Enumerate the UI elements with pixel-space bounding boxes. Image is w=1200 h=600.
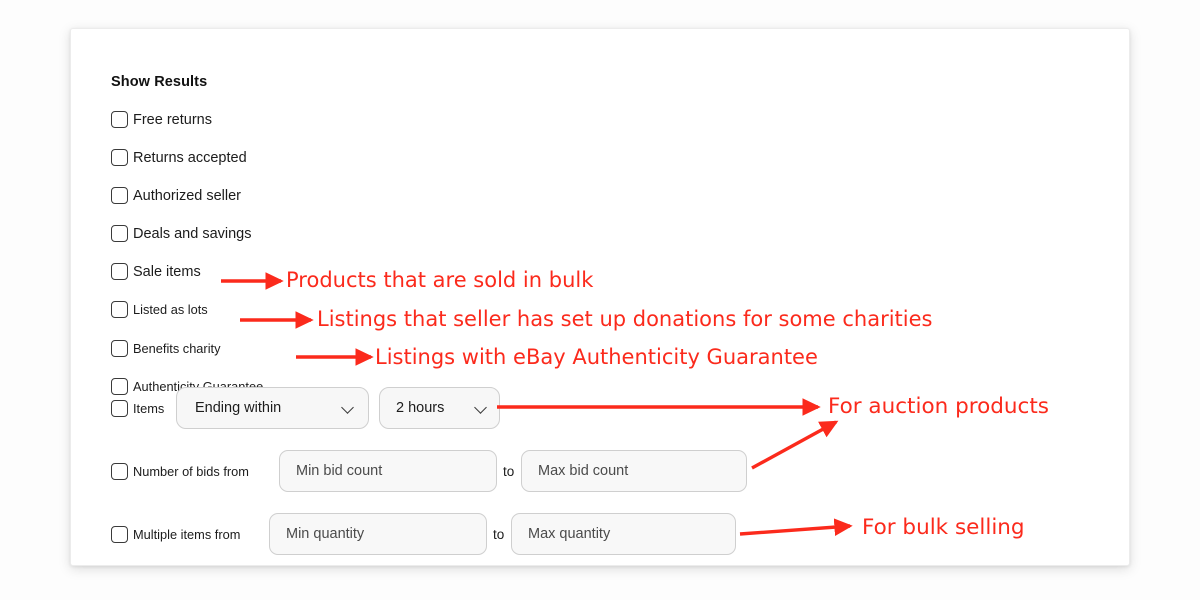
- filter-row-sale-items[interactable]: Sale items: [111, 263, 201, 280]
- annotation-listed-as-lots: Products that are sold in bulk: [286, 268, 594, 292]
- checkbox-authenticity-guarantee[interactable]: [111, 378, 128, 395]
- filter-row-multiple-items[interactable]: Multiple items from: [111, 526, 240, 543]
- filter-row-deals-and-savings[interactable]: Deals and savings: [111, 225, 252, 242]
- select-value: Ending within: [195, 400, 282, 416]
- checkbox-deals-and-savings[interactable]: [111, 225, 128, 242]
- annotation-for-bulk-selling: For bulk selling: [862, 515, 1025, 540]
- checkbox-label: Listed as lots: [133, 302, 208, 317]
- checkbox-label: Sale items: [133, 263, 201, 280]
- checkbox-number-of-bids[interactable]: [111, 463, 128, 480]
- checkbox-label: Free returns: [133, 111, 212, 128]
- filter-row-returns-accepted[interactable]: Returns accepted: [111, 149, 247, 166]
- checkbox-returns-accepted[interactable]: [111, 149, 128, 166]
- checkbox-authorized-seller[interactable]: [111, 187, 128, 204]
- checkbox-sale-items[interactable]: [111, 263, 128, 280]
- checkbox-free-returns[interactable]: [111, 111, 128, 128]
- screenshot-stage: Show Results Free returns Returns accept…: [0, 0, 1200, 600]
- filter-row-benefits-charity[interactable]: Benefits charity: [111, 340, 221, 357]
- checkbox-label: Items: [133, 401, 165, 416]
- select-value: 2 hours: [396, 400, 445, 416]
- input-placeholder: Min quantity: [286, 526, 365, 542]
- filter-row-free-returns[interactable]: Free returns: [111, 111, 212, 128]
- quantity-range-separator: to: [493, 527, 505, 542]
- filter-row-items[interactable]: Items: [111, 400, 164, 417]
- select-ending-condition[interactable]: Ending within: [176, 387, 369, 429]
- max-quantity-input[interactable]: Max quantity: [511, 513, 736, 555]
- filter-row-authorized-seller[interactable]: Authorized seller: [111, 187, 241, 204]
- checkbox-items[interactable]: [111, 400, 128, 417]
- checkbox-listed-as-lots[interactable]: [111, 301, 128, 318]
- checkbox-label: Multiple items from: [133, 527, 241, 542]
- checkbox-label: Number of bids from: [133, 464, 249, 479]
- search-filters-card: Show Results Free returns Returns accept…: [70, 28, 1130, 566]
- checkbox-label: Deals and savings: [133, 225, 252, 242]
- annotation-authenticity-guarantee: Listings with eBay Authenticity Guarante…: [375, 345, 818, 369]
- annotation-benefits-charity: Listings that seller has set up donation…: [317, 307, 933, 331]
- filter-row-number-of-bids[interactable]: Number of bids from: [111, 463, 249, 480]
- checkbox-label: Benefits charity: [133, 341, 221, 356]
- max-bid-count-input[interactable]: Max bid count: [521, 450, 747, 492]
- input-placeholder: Min bid count: [296, 463, 383, 479]
- checkbox-label: Returns accepted: [133, 149, 247, 166]
- input-placeholder: Max quantity: [528, 526, 611, 542]
- bids-range-separator: to: [503, 464, 515, 479]
- chevron-down-icon: [342, 402, 354, 414]
- checkbox-multiple-items[interactable]: [111, 526, 128, 543]
- input-placeholder: Max bid count: [538, 463, 629, 479]
- select-ending-duration[interactable]: 2 hours: [379, 387, 500, 429]
- chevron-down-icon: [475, 402, 487, 414]
- min-bid-count-input[interactable]: Min bid count: [279, 450, 497, 492]
- checkbox-benefits-charity[interactable]: [111, 340, 128, 357]
- checkbox-label: Authorized seller: [133, 187, 241, 204]
- page-title: Show Results: [111, 74, 208, 90]
- annotation-for-auction-products: For auction products: [828, 394, 1049, 419]
- min-quantity-input[interactable]: Min quantity: [269, 513, 487, 555]
- filter-row-listed-as-lots[interactable]: Listed as lots: [111, 301, 208, 318]
